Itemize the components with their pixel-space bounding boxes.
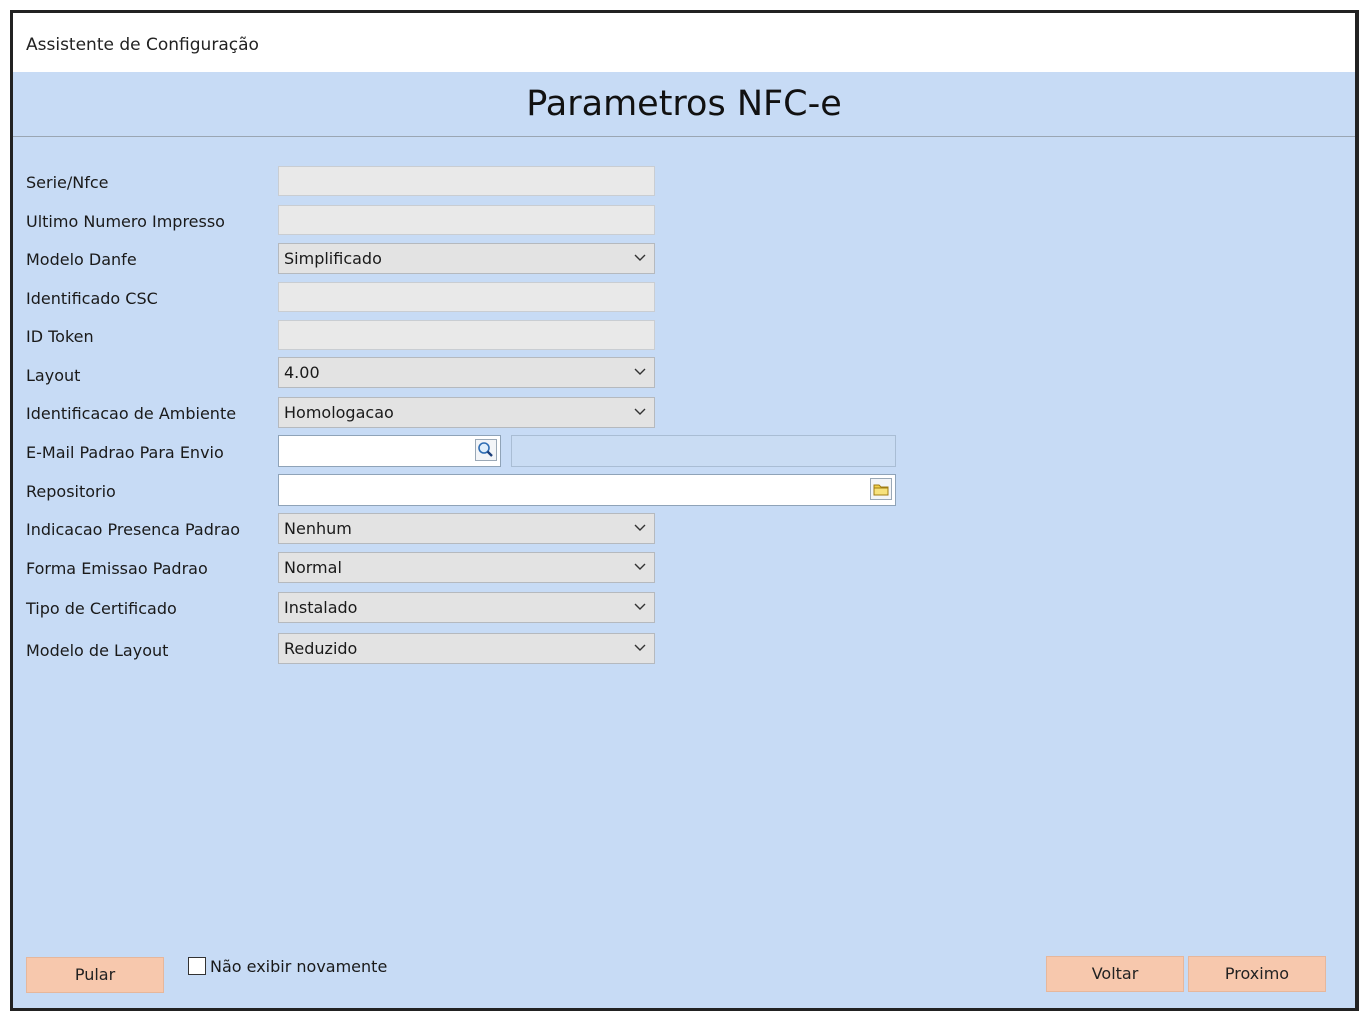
layout-label: Layout <box>26 366 81 385</box>
chevron-down-icon <box>634 644 646 651</box>
email-description-field <box>511 435 896 467</box>
ambiente-value: Homologacao <box>284 403 394 422</box>
repositorio-input[interactable] <box>278 474 896 506</box>
modelo-layout-select[interactable]: Reduzido <box>278 633 655 664</box>
token-input[interactable] <box>278 320 655 350</box>
back-button[interactable]: Voltar <box>1046 956 1184 992</box>
config-wizard-window: Assistente de Configuração Parametros NF… <box>13 13 1355 1008</box>
next-button[interactable]: Proximo <box>1188 956 1326 992</box>
csc-input[interactable] <box>278 282 655 312</box>
chevron-down-icon <box>634 368 646 375</box>
title-bar: Assistente de Configuração <box>13 13 1355 72</box>
modelo-danfe-select[interactable]: Simplificado <box>278 243 655 274</box>
ambiente-label: Identificacao de Ambiente <box>26 404 237 423</box>
window-title: Assistente de Configuração <box>26 35 259 55</box>
email-input[interactable] <box>278 435 501 467</box>
chevron-down-icon <box>634 254 646 261</box>
serie-input[interactable] <box>278 166 655 196</box>
repositorio-browse-button[interactable] <box>870 478 892 500</box>
modelo-layout-label: Modelo de Layout <box>26 641 169 660</box>
dont-show-label: Não exibir novamente <box>210 957 388 976</box>
folder-icon <box>873 484 889 496</box>
chevron-down-icon <box>634 408 646 415</box>
dont-show-checkbox[interactable] <box>188 957 206 975</box>
token-label: ID Token <box>26 327 94 346</box>
chevron-down-icon <box>634 603 646 610</box>
modelo-danfe-value: Simplificado <box>284 249 382 268</box>
modelo-danfe-label: Modelo Danfe <box>26 250 137 269</box>
emissao-value: Normal <box>284 558 342 577</box>
emissao-label: Forma Emissao Padrao <box>26 559 208 578</box>
presenca-select[interactable]: Nenhum <box>278 513 655 544</box>
page-title: Parametros NFC-e <box>526 84 842 124</box>
email-label: E-Mail Padrao Para Envio <box>26 443 224 462</box>
search-icon <box>478 442 493 457</box>
page-header: Parametros NFC-e <box>13 72 1355 137</box>
ultimo-numero-label: Ultimo Numero Impresso <box>26 212 225 231</box>
certificado-label: Tipo de Certificado <box>26 599 177 618</box>
presenca-value: Nenhum <box>284 519 352 538</box>
certificado-value: Instalado <box>284 598 358 617</box>
chevron-down-icon <box>634 524 646 531</box>
layout-select[interactable]: 4.00 <box>278 357 655 388</box>
presenca-label: Indicacao Presenca Padrao <box>26 520 241 539</box>
csc-label: Identificado CSC <box>26 289 158 308</box>
chevron-down-icon <box>634 563 646 570</box>
repositorio-label: Repositorio <box>26 482 116 501</box>
ambiente-select[interactable]: Homologacao <box>278 397 655 428</box>
modelo-layout-value: Reduzido <box>284 639 358 658</box>
email-lookup-button[interactable] <box>475 439 497 461</box>
ultimo-numero-input[interactable] <box>278 205 655 235</box>
layout-value: 4.00 <box>284 363 320 382</box>
skip-button[interactable]: Pular <box>26 957 164 993</box>
emissao-select[interactable]: Normal <box>278 552 655 583</box>
serie-label: Serie/Nfce <box>26 173 109 192</box>
certificado-select[interactable]: Instalado <box>278 592 655 623</box>
